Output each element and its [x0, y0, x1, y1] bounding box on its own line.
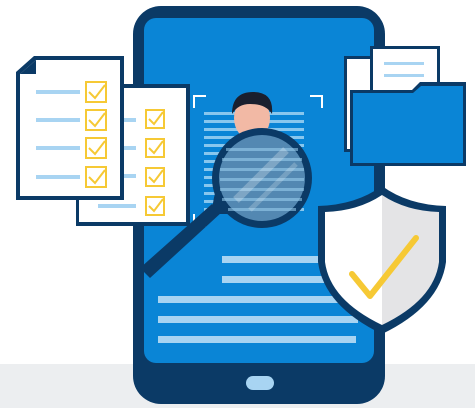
- folder-icon: [344, 46, 466, 166]
- home-button: [246, 376, 274, 390]
- identity-verification-illustration: [0, 6, 475, 408]
- checklist-sheet-front: [16, 56, 124, 200]
